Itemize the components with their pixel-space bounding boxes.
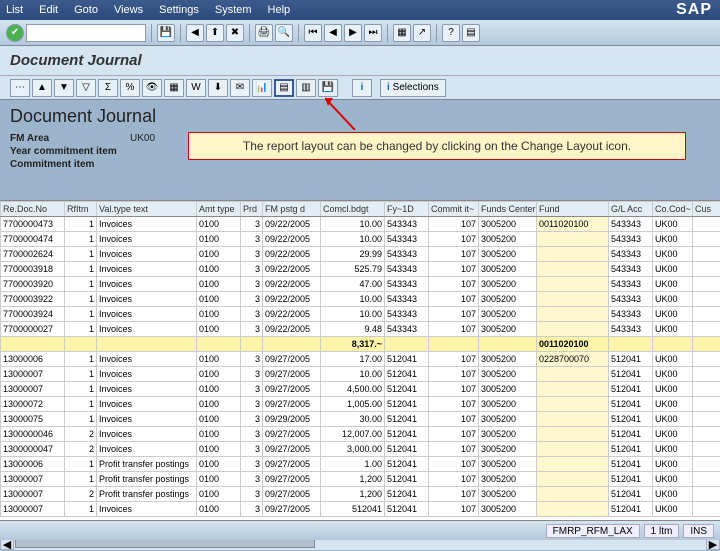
callout-tooltip: The report layout can be changed by clic…: [188, 132, 686, 160]
col-header[interactable]: RfItm: [65, 202, 97, 217]
standard-toolbar: ✔ 💾 ◀ ⬆ ✖ 🖨 🔍 ⏮ ◀ ▶ ⏭ ▦ ↗ ? ▤: [0, 20, 720, 46]
table-row[interactable]: 77000039181Invoices0100309/22/2005525.79…: [1, 262, 720, 277]
details-icon[interactable]: ⋯: [10, 79, 30, 97]
table-row[interactable]: 13000000462Invoices0100309/27/200512,007…: [1, 427, 720, 442]
report-table: Re.Doc.NoRfItmVal.type textAmt typePrdFM…: [0, 201, 720, 517]
command-field[interactable]: [26, 24, 146, 42]
menu-settings[interactable]: Settings: [159, 4, 199, 16]
sb-server: FMRP_RFM_LAX: [546, 524, 640, 538]
print-preview-icon[interactable]: 👁: [142, 79, 162, 97]
table-row[interactable]: 130000072Profit transfer postings0100309…: [1, 487, 720, 502]
find-icon[interactable]: 🔍: [275, 24, 293, 42]
content-header: Document Journal FM Area UK00 Year commi…: [0, 100, 720, 200]
col-header[interactable]: FM pstg d: [263, 202, 321, 217]
layout-icon[interactable]: ▤: [462, 24, 480, 42]
enter-button[interactable]: ✔: [6, 24, 24, 42]
col-header[interactable]: Re.Doc.No: [1, 202, 65, 217]
sort-asc-icon[interactable]: ▲: [32, 79, 52, 97]
sort-desc-icon[interactable]: ▼: [54, 79, 74, 97]
first-page-icon[interactable]: ⏮: [304, 24, 322, 42]
report-table-wrap: Re.Doc.NoRfItmVal.type textAmt typePrdFM…: [0, 200, 720, 536]
menu-help[interactable]: Help: [268, 4, 291, 16]
col-header[interactable]: Comcl.bdgt: [321, 202, 385, 217]
help-icon[interactable]: ?: [442, 24, 460, 42]
change-layout-icon[interactable]: ▤: [274, 79, 294, 97]
menu-system[interactable]: System: [215, 4, 252, 16]
save-icon[interactable]: 💾: [157, 24, 175, 42]
table-row[interactable]: 130000071Invoices0100309/27/200510.00512…: [1, 367, 720, 382]
table-row[interactable]: 130000751Invoices0100309/29/200530.00512…: [1, 412, 720, 427]
col-header[interactable]: Val.type text: [97, 202, 197, 217]
table-row[interactable]: 77000000271Invoices0100309/22/20059.4854…: [1, 322, 720, 337]
new-session-icon[interactable]: ▦: [393, 24, 411, 42]
table-row[interactable]: 130000721Invoices0100309/27/20051,005.00…: [1, 397, 720, 412]
table-row[interactable]: 13000000472Invoices0100309/27/20053,000.…: [1, 442, 720, 457]
last-page-icon[interactable]: ⏭: [364, 24, 382, 42]
col-header[interactable]: Prd: [241, 202, 263, 217]
total-icon[interactable]: Σ: [98, 79, 118, 97]
statusbar: FMRP_RFM_LAX 1 ltm INS: [0, 520, 720, 540]
graphic-icon[interactable]: 📊: [252, 79, 272, 97]
col-header[interactable]: Funds Center: [479, 202, 537, 217]
table-row[interactable]: 130000061Invoices0100309/27/200517.00512…: [1, 352, 720, 367]
meta-commit-item: Commitment item: [10, 159, 710, 170]
subtotal-icon[interactable]: %: [120, 79, 140, 97]
shortcut-icon[interactable]: ↗: [413, 24, 431, 42]
menubar: List Edit Goto Views Settings System Hel…: [0, 0, 720, 20]
cancel-icon[interactable]: ✖: [226, 24, 244, 42]
filter-icon[interactable]: ▽: [76, 79, 96, 97]
col-header[interactable]: Fund: [537, 202, 609, 217]
table-row[interactable]: 130000071Invoices0100309/27/200551204151…: [1, 502, 720, 517]
select-layout-icon[interactable]: ▥: [296, 79, 316, 97]
table-row[interactable]: 77000039241Invoices0100309/22/200510.005…: [1, 307, 720, 322]
col-header[interactable]: G/L Acc: [609, 202, 653, 217]
col-header[interactable]: Co.Cod~: [653, 202, 693, 217]
print-icon[interactable]: 🖨: [255, 24, 273, 42]
table-row[interactable]: 8,317.~0011020100: [1, 337, 720, 352]
back-icon[interactable]: ◀: [186, 24, 204, 42]
sb-sys: INS: [683, 524, 714, 538]
next-page-icon[interactable]: ▶: [344, 24, 362, 42]
export-icon[interactable]: ⬇: [208, 79, 228, 97]
page-title: Document Journal: [0, 46, 720, 76]
table-row[interactable]: 77000026241Invoices0100309/22/200529.995…: [1, 247, 720, 262]
col-header[interactable]: Fy~1D: [385, 202, 429, 217]
table-row[interactable]: 130000071Invoices0100309/27/20054,500.00…: [1, 382, 720, 397]
arrow-annotation: [325, 90, 365, 130]
col-header[interactable]: Amt type: [197, 202, 241, 217]
table-row[interactable]: 130000071Profit transfer postings0100309…: [1, 472, 720, 487]
menu-list[interactable]: List: [6, 4, 23, 16]
menu-views[interactable]: Views: [114, 4, 143, 16]
selections-button[interactable]: i Selections: [380, 79, 446, 97]
excel-icon[interactable]: ▦: [164, 79, 184, 97]
exit-icon[interactable]: ⬆: [206, 24, 224, 42]
table-row[interactable]: 77000004741Invoices0100309/22/200510.005…: [1, 232, 720, 247]
sap-logo: SAP: [676, 1, 712, 19]
col-header[interactable]: Cus: [693, 202, 720, 217]
word-icon[interactable]: W: [186, 79, 206, 97]
col-header[interactable]: Commit it~: [429, 202, 479, 217]
table-row[interactable]: 77000004731Invoices0100309/22/200510.005…: [1, 217, 720, 232]
table-row[interactable]: 77000039221Invoices0100309/22/200510.005…: [1, 292, 720, 307]
table-row[interactable]: 77000039201Invoices0100309/22/200547.005…: [1, 277, 720, 292]
menu-edit[interactable]: Edit: [39, 4, 58, 16]
mail-icon[interactable]: ✉: [230, 79, 250, 97]
prev-page-icon[interactable]: ◀: [324, 24, 342, 42]
sb-client: 1 ltm: [644, 524, 680, 538]
table-row[interactable]: 130000061Profit transfer postings0100309…: [1, 457, 720, 472]
menu-goto[interactable]: Goto: [74, 4, 98, 16]
